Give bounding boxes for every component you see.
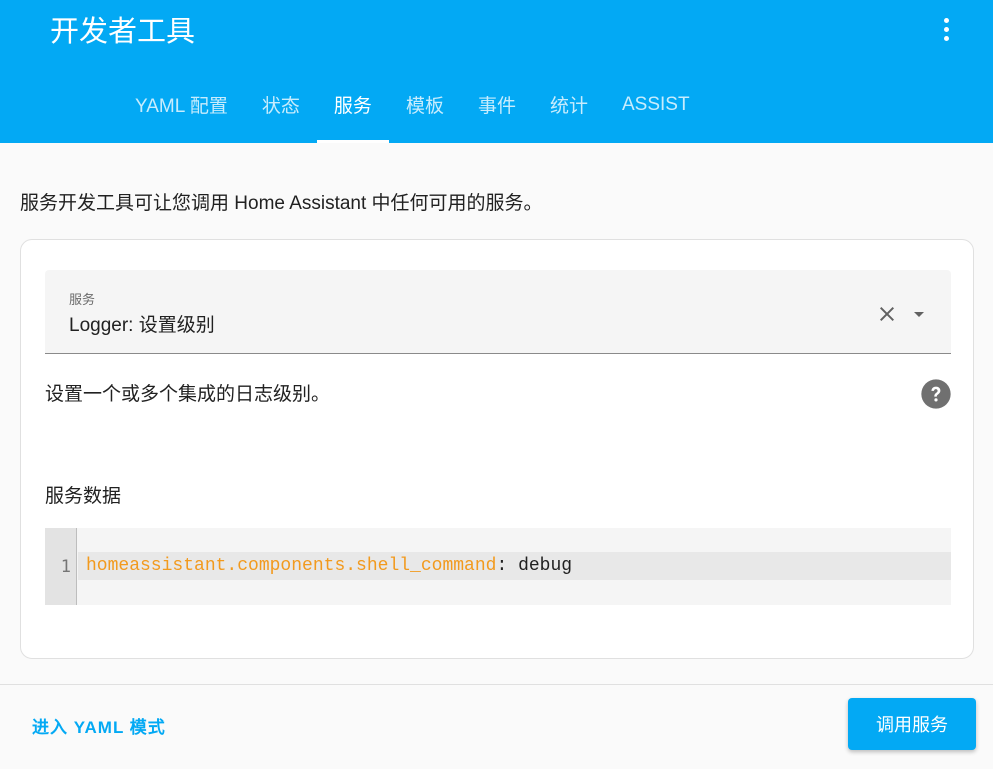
service-select-label: 服务 [69, 292, 96, 307]
service-card: 服务 Logger: 设置级别 设置一个或多个集成的日志级别。 服务数据 1 h… [20, 239, 974, 659]
tab-label: YAML 配置 [135, 96, 228, 117]
app-header: 开发者工具 YAML 配置 状态 服务 模板 事件 统计 ASSIST [0, 0, 993, 143]
yaml-value: debug [518, 556, 573, 576]
overflow-menu-button[interactable] [925, 8, 967, 50]
line-number: 1 [60, 557, 71, 577]
code-line[interactable]: homeassistant.components.shell_command: … [86, 552, 572, 580]
yaml-code-editor[interactable]: 1 homeassistant.components.shell_command… [45, 528, 951, 605]
editor-gutter: 1 [45, 528, 77, 605]
tab-states[interactable]: 状态 [245, 78, 317, 143]
tab-templates[interactable]: 模板 [389, 78, 461, 143]
yaml-key: homeassistant.components.shell_command [86, 556, 497, 576]
service-select-value: Logger: 设置级别 [69, 315, 215, 336]
help-circle-icon[interactable] [920, 378, 952, 410]
tab-statistics[interactable]: 统计 [533, 78, 605, 143]
service-description: 设置一个或多个集成的日志级别。 [45, 384, 331, 405]
tab-label: 服务 [333, 96, 372, 117]
tab-label: ASSIST [621, 93, 690, 115]
service-data-label: 服务数据 [45, 486, 122, 507]
page-title: 开发者工具 [50, 14, 196, 48]
tab-events[interactable]: 事件 [461, 78, 533, 143]
tab-yaml[interactable]: YAML 配置 [118, 78, 245, 143]
close-icon[interactable] [875, 302, 899, 326]
yaml-mode-link[interactable]: 进入 YAML 模式 [32, 713, 166, 738]
tab-label: 事件 [477, 96, 516, 117]
yaml-separator: : [496, 556, 519, 576]
service-select[interactable]: 服务 Logger: 设置级别 [45, 270, 951, 354]
tab-bar: YAML 配置 状态 服务 模板 事件 统计 ASSIST [118, 78, 707, 143]
menu-down-icon[interactable] [907, 302, 931, 326]
tab-label: 模板 [405, 96, 444, 117]
tab-label: 状态 [261, 96, 300, 117]
dots-vertical-icon [943, 16, 949, 43]
tab-services[interactable]: 服务 [316, 78, 389, 143]
page-description: 服务开发工具可让您调用 Home Assistant 中任何可用的服务。 [20, 193, 543, 214]
tab-assist[interactable]: ASSIST [605, 78, 707, 143]
call-service-button[interactable]: 调用服务 [848, 698, 976, 750]
tab-label: 统计 [549, 96, 588, 117]
card-actions: 进入 YAML 模式 调用服务 [0, 684, 993, 769]
